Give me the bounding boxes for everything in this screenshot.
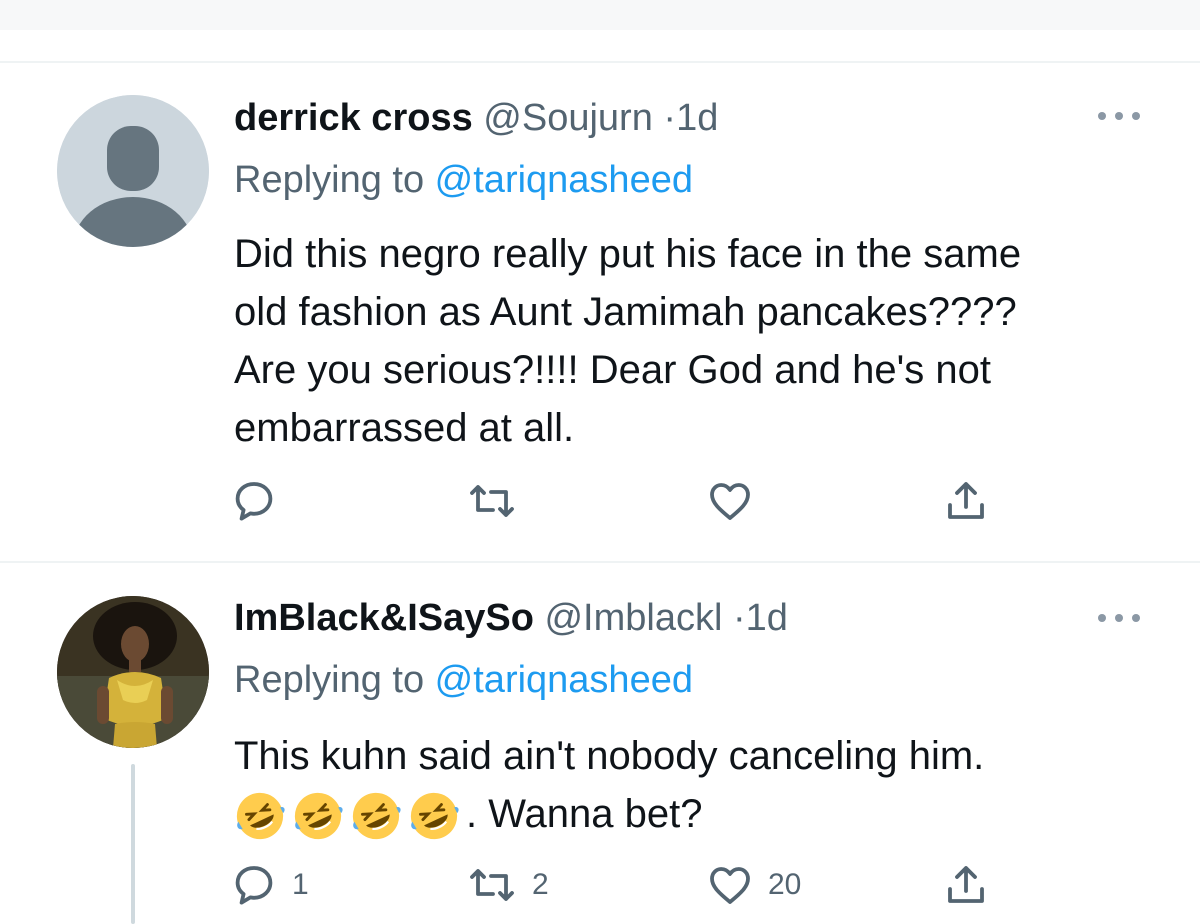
reply-icon	[235, 866, 273, 905]
retweet-count: 2	[532, 868, 549, 901]
rolling-on-floor-laughing-emoji	[294, 793, 343, 840]
tweet-actions: 1 2 20	[230, 860, 1010, 910]
tweet-header: ImBlack&ISaySo @Imblackl ·1d	[234, 596, 788, 640]
mention-link[interactable]: @tariqnasheed	[435, 659, 693, 701]
thread-line	[131, 764, 135, 924]
username[interactable]: @Imblackl	[544, 597, 722, 639]
tweet-text: This kuhn said ain't nobody canceling hi…	[234, 727, 1164, 843]
like-count: 20	[768, 868, 802, 901]
rolling-on-floor-laughing-emoji	[352, 793, 401, 840]
like-icon	[710, 867, 750, 904]
rolling-on-floor-laughing-emoji	[236, 793, 285, 840]
replying-to-label: Replying to	[234, 659, 435, 701]
share-icon	[948, 866, 984, 903]
display-name[interactable]: ImBlack&ISaySo	[234, 597, 534, 639]
tweet-text-tail: . Wanna bet?	[466, 792, 703, 836]
tweet[interactable]: ImBlack&ISaySo @Imblackl ·1d Replying to…	[0, 0, 1200, 924]
tweet-text-line: This kuhn said ain't nobody canceling hi…	[234, 734, 985, 778]
like-button[interactable]: 20	[706, 860, 801, 910]
reply-button[interactable]: 1	[230, 860, 309, 910]
share-button[interactable]	[942, 860, 1004, 910]
avatar[interactable]	[57, 596, 209, 748]
profile-photo	[57, 596, 209, 748]
rolling-on-floor-laughing-emoji	[410, 793, 459, 840]
retweet-button[interactable]: 2	[466, 860, 549, 910]
retweet-icon	[470, 869, 514, 901]
tweet-text-line: . Wanna bet?	[234, 785, 1164, 843]
timestamp[interactable]: 1d	[746, 597, 788, 639]
reply-count: 1	[292, 868, 309, 901]
emoji-group	[234, 790, 466, 842]
more-icon[interactable]	[1098, 610, 1140, 626]
separator: ·	[733, 597, 746, 639]
replying-to: Replying to @tariqnasheed	[234, 658, 693, 702]
